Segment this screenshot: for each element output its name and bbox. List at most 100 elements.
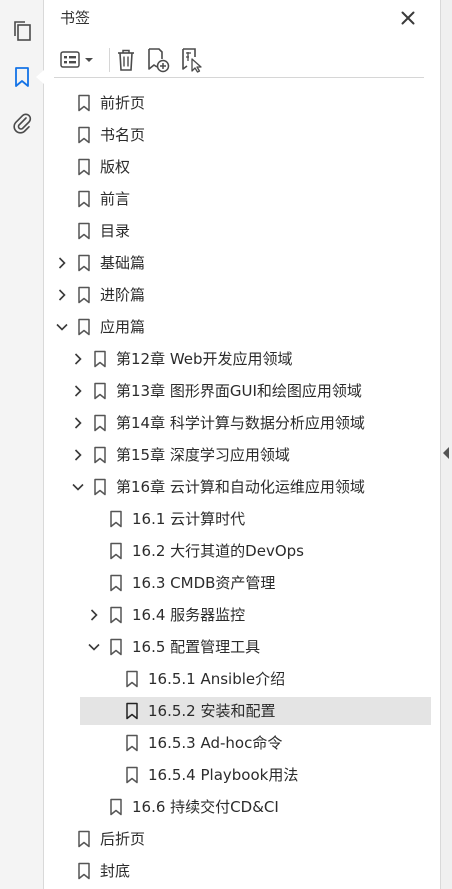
bookmark-row[interactable]: 第12章 Web开发应用领域 xyxy=(44,345,440,373)
bookmark-row[interactable]: 16.5 配置管理工具 xyxy=(44,633,440,661)
chevron-right-icon[interactable] xyxy=(70,447,86,463)
bookmark-from-selection-button[interactable] xyxy=(178,46,206,74)
bookmark-row[interactable]: 封底 xyxy=(44,857,440,885)
bookmark-row[interactable]: 第13章 图形界面GUI和绘图应用领域 xyxy=(44,377,440,405)
bookmark-label: 16.5.3 Ad-hoc命令 xyxy=(148,734,283,752)
bookmark-label: 进阶篇 xyxy=(100,286,146,304)
bookmark-row[interactable]: 书名页 xyxy=(44,121,440,149)
right-pane-strip xyxy=(440,0,452,889)
bookmark-row-selected[interactable]: 16.5.2 安装和配置 xyxy=(80,697,431,725)
bookmark-row[interactable]: 16.5.3 Ad-hoc命令 xyxy=(44,729,440,757)
bookmark-icon xyxy=(77,158,91,176)
bookmark-icon xyxy=(109,798,123,816)
bookmark-icon xyxy=(77,286,91,304)
bookmark-icon xyxy=(109,542,123,560)
bookmark-icon xyxy=(93,478,107,496)
bookmark-row[interactable]: 第14章 科学计算与数据分析应用领域 xyxy=(44,409,440,437)
options-menu-button[interactable] xyxy=(58,46,98,74)
bookmark-row[interactable]: 第16章 云计算和自动化运维应用领域 xyxy=(44,473,440,501)
bookmark-label: 16.2 大行其道的DevOps xyxy=(132,542,304,560)
bookmark-label: 16.5.1 Ansible介绍 xyxy=(148,670,286,688)
new-bookmark-icon xyxy=(148,48,170,73)
bookmark-icon xyxy=(109,510,123,528)
bookmark-row[interactable]: 后折页 xyxy=(44,825,440,853)
bookmark-label: 第13章 图形界面GUI和绘图应用领域 xyxy=(116,382,362,400)
bookmark-row[interactable]: 基础篇 xyxy=(44,249,440,277)
options-menu-icon xyxy=(60,51,93,68)
bookmark-label: 基础篇 xyxy=(100,254,146,272)
bookmark-row[interactable]: 16.5.1 Ansible介绍 xyxy=(44,665,440,693)
bookmark-icon xyxy=(125,702,139,720)
bookmark-label: 第12章 Web开发应用领域 xyxy=(116,350,293,368)
bookmark-label: 版权 xyxy=(100,158,131,176)
attachments-icon[interactable] xyxy=(8,109,36,137)
bookmark-label: 16.1 云计算时代 xyxy=(132,510,246,528)
bookmark-row[interactable]: 16.3 CMDB资产管理 xyxy=(44,569,440,597)
chevron-down-icon[interactable] xyxy=(54,319,70,335)
chevron-down-icon[interactable] xyxy=(86,639,102,655)
chevron-right-icon[interactable] xyxy=(70,351,86,367)
bookmark-label: 书名页 xyxy=(100,126,146,144)
bookmarks-panel: 书签 前折页 书名页 版权 前言 目录 基础篇 进阶篇 应用篇 第12章 Web… xyxy=(44,0,440,889)
bookmark-row[interactable]: 前言 xyxy=(44,185,440,213)
bookmark-label: 第14章 科学计算与数据分析应用领域 xyxy=(116,414,365,432)
bookmark-icon xyxy=(125,766,139,784)
bookmark-label: 16.5.4 Playbook用法 xyxy=(148,766,299,784)
bookmark-label: 应用篇 xyxy=(100,318,146,336)
bookmark-icon xyxy=(109,638,123,656)
bookmark-icon xyxy=(93,350,107,368)
chevron-down-icon[interactable] xyxy=(70,479,86,495)
bookmark-row[interactable]: 第15章 深度学习应用领域 xyxy=(44,441,440,469)
bookmark-icon xyxy=(93,414,107,432)
expand-pane-icon[interactable] xyxy=(443,447,449,459)
close-icon[interactable] xyxy=(396,6,420,30)
bookmark-icon xyxy=(77,254,91,272)
bookmark-label: 16.5 配置管理工具 xyxy=(132,638,261,656)
chevron-right-icon[interactable] xyxy=(70,383,86,399)
bookmark-icon xyxy=(77,830,91,848)
bookmark-icon xyxy=(77,862,91,880)
active-tab-pointer xyxy=(36,70,44,84)
bookmark-label: 第15章 深度学习应用领域 xyxy=(116,446,290,464)
bookmark-icon xyxy=(125,734,139,752)
bookmarks-icon[interactable] xyxy=(8,63,36,91)
bookmark-row[interactable]: 16.1 云计算时代 xyxy=(44,505,440,533)
new-bookmark-button[interactable] xyxy=(144,46,172,74)
bookmark-icon xyxy=(77,126,91,144)
bookmark-row[interactable]: 16.4 服务器监控 xyxy=(44,601,440,629)
bookmark-label: 后折页 xyxy=(100,830,146,848)
chevron-right-icon[interactable] xyxy=(70,415,86,431)
bookmark-label: 封底 xyxy=(100,862,131,880)
bookmark-label: 16.5.2 安装和配置 xyxy=(148,702,276,720)
panel-header: 书签 xyxy=(44,0,440,36)
bookmark-from-selection-icon xyxy=(182,48,202,73)
bookmark-icon xyxy=(93,382,107,400)
panel-title: 书签 xyxy=(60,9,91,27)
bookmark-label: 目录 xyxy=(100,222,131,240)
bookmark-label: 16.4 服务器监控 xyxy=(132,606,246,624)
bookmark-label: 前折页 xyxy=(100,94,146,112)
bookmark-icon xyxy=(93,446,107,464)
navigation-rail xyxy=(0,0,44,889)
bookmark-icon xyxy=(77,94,91,112)
bookmark-row[interactable]: 目录 xyxy=(44,217,440,245)
chevron-right-icon[interactable] xyxy=(54,255,70,271)
toolbar-separator xyxy=(109,48,110,72)
bookmarks-toolbar xyxy=(54,42,424,78)
chevron-right-icon[interactable] xyxy=(86,607,102,623)
bookmark-row[interactable]: 前折页 xyxy=(44,89,440,117)
chevron-right-icon[interactable] xyxy=(54,287,70,303)
delete-bookmark-button[interactable] xyxy=(112,46,140,74)
pages-icon[interactable] xyxy=(8,17,36,45)
bookmark-row[interactable]: 版权 xyxy=(44,153,440,181)
bookmark-row[interactable]: 16.5.4 Playbook用法 xyxy=(44,761,440,789)
bookmark-row[interactable]: 16.2 大行其道的DevOps xyxy=(44,537,440,565)
bookmark-label: 16.6 持续交付CD&CI xyxy=(132,798,279,816)
bookmark-icon xyxy=(125,670,139,688)
bookmark-row[interactable]: 进阶篇 xyxy=(44,281,440,309)
bookmark-icon xyxy=(77,222,91,240)
bookmark-icon xyxy=(77,318,91,336)
bookmark-icon xyxy=(77,190,91,208)
bookmark-row[interactable]: 应用篇 xyxy=(44,313,440,341)
bookmark-row[interactable]: 16.6 持续交付CD&CI xyxy=(44,793,440,821)
